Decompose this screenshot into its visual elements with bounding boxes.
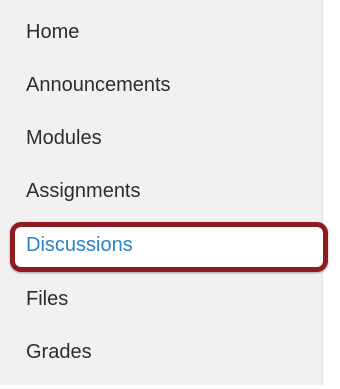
nav-item-grades[interactable]: Grades: [26, 336, 92, 368]
nav-item-home[interactable]: Home: [26, 16, 79, 48]
nav-item-announcements[interactable]: Announcements: [26, 69, 171, 101]
nav-item-assignments[interactable]: Assignments: [26, 175, 141, 207]
course-navigation: Home Announcements Modules Assignments D…: [0, 0, 328, 385]
nav-item-modules[interactable]: Modules: [26, 122, 102, 154]
nav-item-files[interactable]: Files: [26, 283, 68, 315]
nav-item-discussions[interactable]: Discussions: [26, 229, 133, 261]
